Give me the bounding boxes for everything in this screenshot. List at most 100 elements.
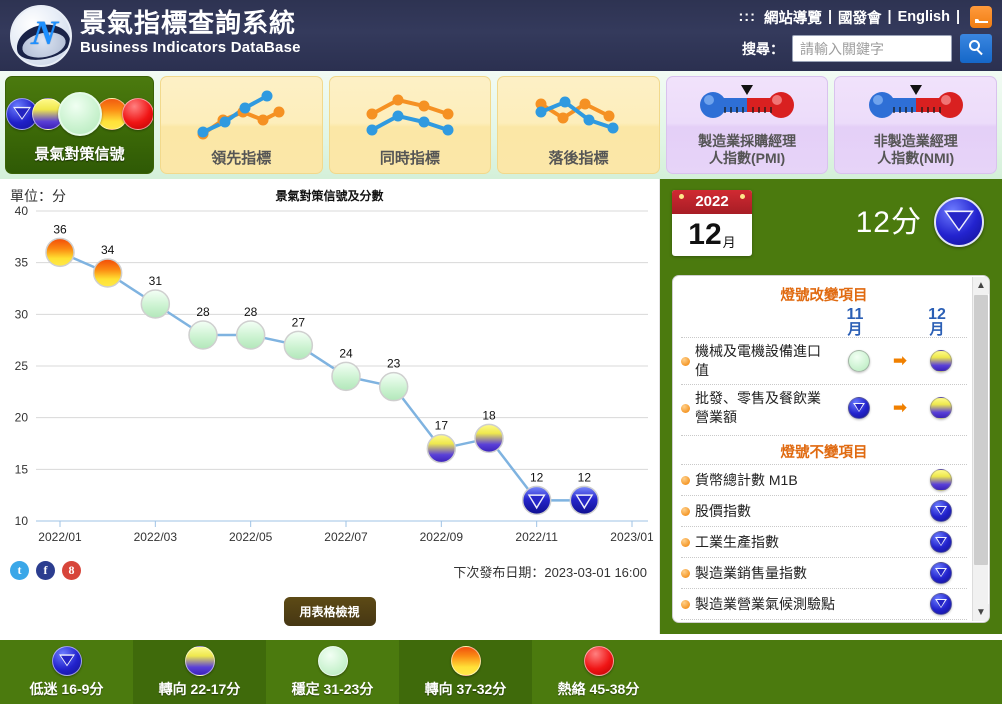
lamp-yellow-blue-icon	[930, 350, 952, 372]
site-logo[interactable]: N	[10, 5, 72, 67]
month-columns-header: 11 月 12 月	[681, 307, 967, 338]
current-score: 12分	[855, 206, 922, 239]
tab-label-line1: 製造業採購經理	[698, 133, 797, 149]
tab-nmi[interactable]: 非製造業經理 人指數(NMI)	[834, 76, 998, 174]
nav-sitemap[interactable]: 網站導覽	[764, 7, 822, 28]
table-row[interactable]: 製造業營業氣候測驗點	[681, 588, 967, 619]
nav-english[interactable]: English	[898, 9, 950, 25]
tab-pmi[interactable]: 製造業採購經理 人指數(PMI)	[665, 76, 829, 174]
legend-label: 熱絡 45-38分	[557, 680, 640, 697]
tab-leading-indicator[interactable]: 領先指標	[159, 76, 323, 174]
legend-item-low: 低迷 16-9分	[0, 640, 133, 704]
svg-text:2022/07: 2022/07	[324, 530, 368, 544]
light-cell	[915, 562, 967, 584]
tab-label: 同時指標	[379, 150, 440, 167]
signal-items-box: 燈號改變項目 11 月 12 月 機械及電機設備進口值 ➡ 批發、零售及餐飲業營…	[672, 275, 990, 623]
tab-lagging-indicator[interactable]: 落後指標	[497, 76, 660, 174]
rss-icon[interactable]	[970, 6, 992, 28]
next-release-date: 下次發布日期：2023-03-01 16:00	[453, 565, 647, 580]
calendar-month-number: 12	[688, 218, 722, 251]
tab-label: 製造業採購經理 人指數(PMI)	[667, 133, 828, 173]
social-share: t f 8	[10, 561, 81, 580]
legend-item-boom: 熱絡 45-38分	[532, 640, 665, 704]
tab-coincident-indicator[interactable]: 同時指標	[328, 76, 492, 174]
nav-ndc[interactable]: 國發會	[838, 7, 882, 28]
current-score-row: 2022 12 月 12分	[668, 187, 994, 259]
svg-text:40: 40	[15, 204, 29, 218]
calendar-year: 2022	[672, 190, 752, 214]
svg-text:28: 28	[244, 305, 258, 319]
search-input[interactable]	[792, 35, 952, 62]
site-title: 景氣指標查詢系統 Business Indicators DataBase	[80, 8, 301, 58]
table-row[interactable]: 股價指數	[681, 495, 967, 526]
item-name: 貨幣總計數 M1B	[695, 471, 798, 488]
legend-item-turning-up: 轉向 37-32分	[399, 640, 532, 704]
table-row[interactable]: 機械及電機設備進口值 ➡	[681, 337, 967, 384]
light-cell	[915, 469, 967, 491]
search-bar: 搜尋：	[742, 34, 992, 63]
scrollbar-thumb[interactable]	[974, 295, 988, 565]
light-cell	[915, 500, 967, 522]
lamp-blue-icon	[930, 531, 952, 553]
logo-circle: N	[10, 5, 72, 67]
top-navigation: ::: 網站導覽 | 國發會 | English |	[738, 6, 992, 28]
tab-label-line2: 人指數(PMI)	[709, 150, 786, 166]
item-name: 股價指數	[695, 502, 751, 519]
accessibility-anchor[interactable]: :::	[738, 9, 756, 25]
nav-separator-1: |	[827, 9, 832, 25]
indicator-tabs: 景氣對策信號 領先指標 同時指標 落後指標 製造業採購經理 人指數(PMI) 非…	[0, 71, 1002, 179]
signal-items-scroll: 燈號改變項目 11 月 12 月 機械及電機設備進口值 ➡ 批發、零售及餐飲業營…	[673, 276, 989, 622]
table-row[interactable]: 工業生產指數	[681, 526, 967, 557]
svg-text:12: 12	[578, 470, 592, 484]
svg-text:23: 23	[387, 357, 401, 371]
search-button[interactable]	[960, 34, 992, 63]
tab-business-signal[interactable]: 景氣對策信號	[5, 76, 154, 174]
item-name: 製造業營業氣候測驗點	[695, 595, 835, 612]
svg-text:24: 24	[339, 346, 353, 360]
lamp-blue-icon	[930, 500, 952, 522]
svg-text:15: 15	[15, 462, 29, 476]
tab-label-line1: 非製造業經理	[873, 133, 958, 149]
google-plus-icon[interactable]: 8	[62, 561, 81, 580]
table-row[interactable]: 製造業銷售量指數	[681, 557, 967, 588]
svg-text:36: 36	[53, 222, 67, 236]
search-icon	[969, 40, 980, 51]
panel-scrollbar[interactable]: ▲ ▼	[972, 277, 989, 621]
lamp-red-icon	[121, 97, 153, 130]
svg-text:20: 20	[15, 411, 29, 425]
lamp-blue-icon	[930, 593, 952, 615]
site-title-en: Business Indicators DataBase	[80, 39, 301, 56]
leading-lines-icon	[161, 77, 322, 150]
twitter-icon[interactable]: t	[10, 561, 29, 580]
svg-text:17: 17	[435, 419, 449, 433]
signal-lights-icon	[5, 77, 153, 146]
tab-label-line2: 人指數(NMI)	[877, 150, 955, 166]
bullet-icon	[681, 403, 690, 413]
tab-label: 落後指標	[548, 150, 609, 167]
svg-text:34: 34	[101, 243, 115, 257]
lamp-yellow-blue-icon	[184, 645, 215, 676]
change-arrow-icon: ➡	[892, 351, 908, 370]
item-name: 批發、零售及餐飲業營業額	[695, 390, 821, 425]
logo-letter: N	[29, 15, 60, 52]
table-row[interactable]: 非農業部門就業人數	[681, 619, 967, 622]
nav-separator-3: |	[955, 9, 960, 25]
bullet-icon	[681, 568, 690, 578]
changed-items-title: 燈號改變項目	[780, 288, 868, 304]
scroll-down-icon[interactable]: ▼	[973, 604, 989, 621]
item-name: 機械及電機設備進口值	[695, 343, 821, 378]
lamp-blue-icon	[930, 562, 952, 584]
bullet-icon	[681, 356, 690, 366]
lamp-red-icon	[583, 645, 614, 676]
scroll-up-icon[interactable]: ▲	[973, 277, 989, 294]
lamp-yellow-blue-icon	[930, 469, 952, 491]
table-row[interactable]: 批發、零售及餐飲業營業額 ➡	[681, 384, 967, 431]
side-panel: 2022 12 月 12分 燈號改變項目 11 月 12 月 機械及電機設備進口…	[660, 179, 1002, 634]
view-as-table-button[interactable]: 用表格檢視	[283, 597, 376, 626]
legend-label: 穩定 31-23分	[291, 680, 374, 697]
legend-filler	[665, 640, 1002, 704]
facebook-icon[interactable]: f	[36, 561, 55, 580]
calendar-month: 12 月	[672, 214, 752, 256]
table-row[interactable]: 貨幣總計數 M1B	[681, 464, 967, 495]
svg-text:35: 35	[15, 256, 29, 270]
